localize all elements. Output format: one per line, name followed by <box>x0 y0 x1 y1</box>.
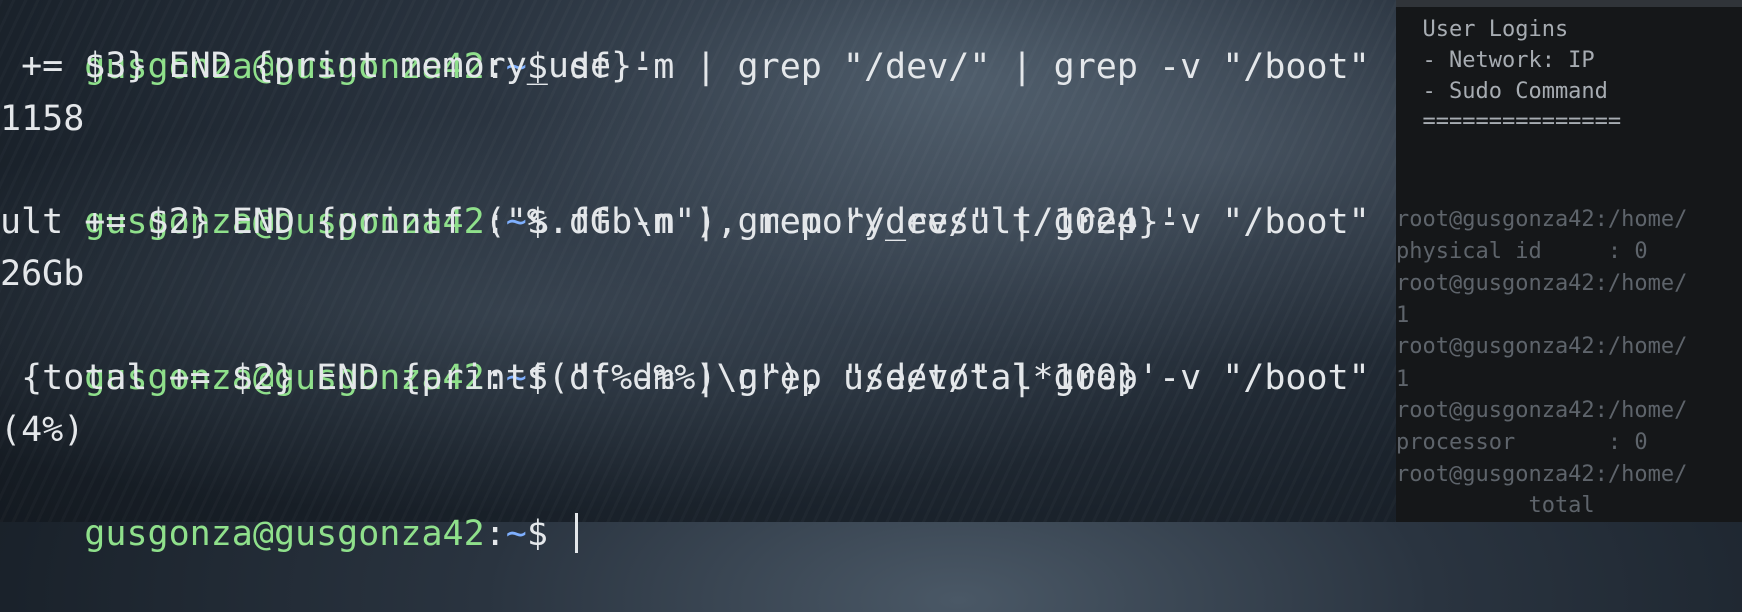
prompt-separator: : <box>484 514 506 554</box>
side-line: root@gusgonza42:/home/ <box>1396 334 1688 359</box>
background-terminal-panel[interactable]: User Logins - Network: IP - Sudo Command… <box>1396 0 1742 522</box>
prompt-user: gusgonza@gusgonza42 <box>84 514 485 554</box>
terminal-line: (4%) <box>0 404 84 456</box>
terminal-line: ult += $2} END {printf ("%.fGb\n"), memo… <box>0 196 1180 248</box>
side-line: root@gusgonza42:/home/ <box>1396 207 1688 232</box>
side-line: root@gusgonza42:/home/ <box>1396 398 1688 423</box>
side-line: processor : 0 <box>1396 430 1648 455</box>
side-line: root@gusgonza42:/home/ <box>1396 271 1688 296</box>
text-cursor <box>574 513 578 553</box>
terminal-line: 1158 <box>0 93 84 145</box>
terminal-line: gusgonza@gusgonza42:~$ <box>0 456 578 612</box>
command-continuation: ult += $2} END {printf ("%.fGb\n"), memo… <box>0 202 1181 242</box>
side-line: 1 <box>1396 303 1410 328</box>
side-line: User Logins <box>1396 17 1569 42</box>
terminal-line: 26Gb <box>0 248 84 300</box>
command-output: 26Gb <box>0 254 85 294</box>
command-continuation: += $3} END {print memory_use}' <box>0 46 654 86</box>
side-line: root@gusgonza42:/home/ <box>1396 462 1688 487</box>
prompt-path: ~ <box>505 514 527 554</box>
terminal-window[interactable]: gusgonza@gusgonza42:~$ df -m | grep "/de… <box>0 0 1742 554</box>
panel-title-bar <box>1396 0 1742 7</box>
side-line: - Network: IP <box>1396 48 1595 73</box>
side-line: physical id : 0 <box>1396 239 1648 264</box>
command-output: (4%) <box>0 410 85 450</box>
command-continuation: {total += $2} END {printf("(%d%%)\n"), u… <box>0 358 1159 398</box>
terminal-line: {total += $2} END {printf("(%d%%)\n"), u… <box>0 352 1159 404</box>
side-line: total <box>1396 493 1595 518</box>
side-line: 1 <box>1396 367 1410 392</box>
terminal-line: += $3} END {print memory_use}' <box>0 40 653 92</box>
side-line: - Sudo Command <box>1396 79 1608 104</box>
prompt-symbol: $ <box>526 514 569 554</box>
command-output: 1158 <box>0 99 85 139</box>
side-line: =============== <box>1396 109 1622 134</box>
